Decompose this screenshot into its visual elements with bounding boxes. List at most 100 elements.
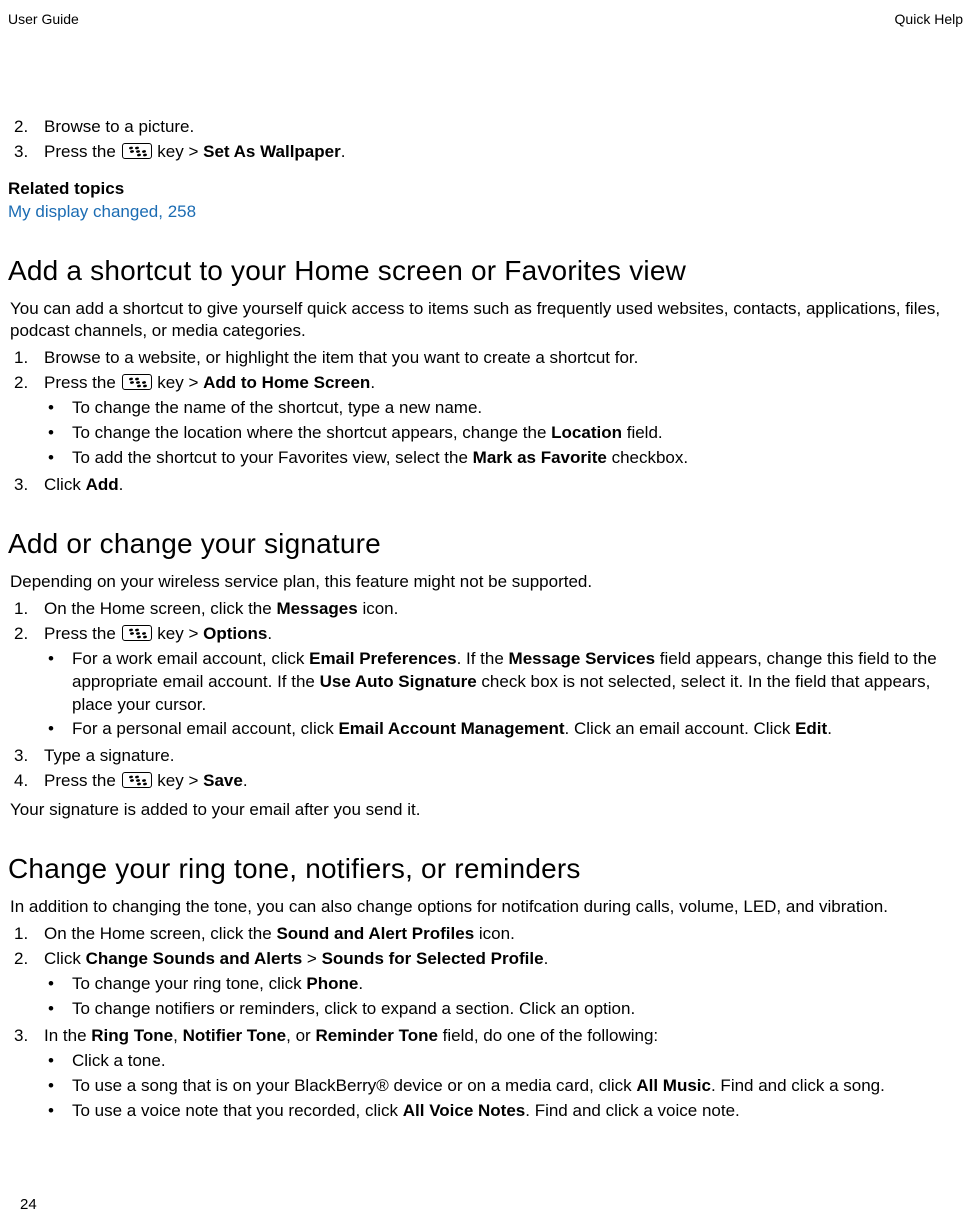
bold-text: Notifier Tone bbox=[183, 1026, 287, 1045]
ordered-list: 1. On the Home screen, click the Sound a… bbox=[8, 923, 961, 1125]
bold-text: Add bbox=[86, 475, 119, 494]
list-body: To change the location where the shortcu… bbox=[72, 422, 663, 445]
bold-text: Sounds for Selected Profile bbox=[322, 949, 544, 968]
blackberry-menu-key-icon bbox=[122, 772, 152, 788]
section-intro: In addition to changing the tone, you ca… bbox=[10, 896, 961, 919]
list-item: To change the name of the shortcut, type… bbox=[44, 397, 961, 420]
bold-text: All Voice Notes bbox=[403, 1101, 526, 1120]
bold-text: Use Auto Signature bbox=[320, 672, 477, 691]
list-body: Click Add. bbox=[44, 474, 961, 497]
list-number: 3. bbox=[14, 745, 44, 768]
list-number: 4. bbox=[14, 770, 44, 793]
text: . Find and click a voice note. bbox=[525, 1101, 740, 1120]
text: Click a tone. bbox=[72, 1050, 166, 1073]
list-number: 1. bbox=[14, 347, 44, 370]
list-number: 3. bbox=[14, 474, 44, 497]
bold-text: Phone bbox=[306, 974, 358, 993]
section-heading: Change your ring tone, notifiers, or rem… bbox=[8, 850, 961, 888]
text: key > bbox=[153, 142, 204, 161]
bold-text: Add to Home Screen bbox=[203, 373, 370, 392]
text: . bbox=[358, 974, 363, 993]
list-item: To add the shortcut to your Favorites vi… bbox=[44, 447, 961, 470]
list-text: Browse to a website, or highlight the it… bbox=[44, 347, 961, 370]
list-item: To use a voice note that you recorded, c… bbox=[44, 1100, 961, 1123]
text: To change the location where the shortcu… bbox=[72, 423, 551, 442]
ordered-list: 1. Browse to a website, or highlight the… bbox=[8, 347, 961, 497]
text: To change your ring tone, click bbox=[72, 974, 306, 993]
text: For a work email account, click bbox=[72, 649, 309, 668]
text: field, do one of the following: bbox=[438, 1026, 658, 1045]
bold-text: Message Services bbox=[509, 649, 656, 668]
text: In the bbox=[44, 1026, 91, 1045]
list-item: For a work email account, click Email Pr… bbox=[44, 648, 961, 717]
page-number: 24 bbox=[20, 1195, 37, 1215]
bold-text: Ring Tone bbox=[91, 1026, 173, 1045]
text: checkbox. bbox=[607, 448, 688, 467]
text: Press the bbox=[44, 771, 121, 790]
list-item: 1. Browse to a website, or highlight the… bbox=[14, 347, 961, 370]
text: > bbox=[302, 949, 321, 968]
bold-text: Location bbox=[551, 423, 622, 442]
blackberry-menu-key-icon bbox=[122, 625, 152, 641]
list-number: 1. bbox=[14, 598, 44, 621]
list-item: 2. Click Change Sounds and Alerts > Soun… bbox=[14, 948, 961, 1023]
list-number: 3. bbox=[14, 141, 44, 164]
list-body: To use a song that is on your BlackBerry… bbox=[72, 1075, 885, 1098]
top-ordered-list: 2. Browse to a picture. 3. Press the key… bbox=[8, 116, 961, 164]
list-body: In the Ring Tone, Notifier Tone, or Remi… bbox=[44, 1025, 961, 1125]
list-item: 2. Browse to a picture. bbox=[14, 116, 961, 139]
list-item: 3. In the Ring Tone, Notifier Tone, or R… bbox=[14, 1025, 961, 1125]
text: icon. bbox=[474, 924, 515, 943]
sub-list: To change the name of the shortcut, type… bbox=[44, 397, 961, 470]
text: On the Home screen, click the bbox=[44, 924, 276, 943]
bold-text: Messages bbox=[276, 599, 357, 618]
list-item: To change notifiers or reminders, click … bbox=[44, 998, 961, 1021]
list-number: 2. bbox=[14, 116, 44, 139]
list-body: Press the key > Add to Home Screen. To c… bbox=[44, 372, 961, 472]
text: . Find and click a song. bbox=[711, 1076, 885, 1095]
bold-text: Change Sounds and Alerts bbox=[86, 949, 303, 968]
bold-text: Sound and Alert Profiles bbox=[276, 924, 474, 943]
text: . bbox=[341, 142, 346, 161]
list-item: 2. Press the key > Options. For a work e… bbox=[14, 623, 961, 744]
list-item: 3. Type a signature. bbox=[14, 745, 961, 768]
sub-list: For a work email account, click Email Pr… bbox=[44, 648, 961, 742]
text: Press the bbox=[44, 373, 121, 392]
bold-text: Edit bbox=[795, 719, 827, 738]
list-number: 1. bbox=[14, 923, 44, 946]
related-link[interactable]: My display changed, 258 bbox=[8, 201, 961, 224]
list-body: On the Home screen, click the Messages i… bbox=[44, 598, 961, 621]
ordered-list: 1. On the Home screen, click the Message… bbox=[8, 598, 961, 794]
list-body: For a personal email account, click Emai… bbox=[72, 718, 832, 741]
sub-list: Click a tone. To use a song that is on y… bbox=[44, 1050, 961, 1123]
text: . bbox=[119, 475, 124, 494]
after-text: Your signature is added to your email af… bbox=[10, 799, 961, 822]
list-body: To add the shortcut to your Favorites vi… bbox=[72, 447, 688, 470]
list-body: Press the key > Save. bbox=[44, 770, 961, 793]
section-heading: Add or change your signature bbox=[8, 525, 961, 563]
list-item: 3. Press the key > Set As Wallpaper. bbox=[14, 141, 961, 164]
list-number: 3. bbox=[14, 1025, 44, 1125]
list-item: To change the location where the shortcu… bbox=[44, 422, 961, 445]
text: Press the bbox=[44, 624, 121, 643]
text: Press the bbox=[44, 142, 121, 161]
header-right: Quick Help bbox=[895, 10, 963, 29]
text: To add the shortcut to your Favorites vi… bbox=[72, 448, 473, 467]
text: . bbox=[544, 949, 549, 968]
text: . bbox=[243, 771, 248, 790]
text: icon. bbox=[358, 599, 399, 618]
list-body: To use a voice note that you recorded, c… bbox=[72, 1100, 740, 1123]
bold-text: Email Account Management bbox=[338, 719, 564, 738]
section-heading: Add a shortcut to your Home screen or Fa… bbox=[8, 252, 961, 290]
list-number: 2. bbox=[14, 372, 44, 472]
text: On the Home screen, click the bbox=[44, 599, 276, 618]
blackberry-menu-key-icon bbox=[122, 374, 152, 390]
text: To use a voice note that you recorded, c… bbox=[72, 1101, 403, 1120]
text: key > bbox=[153, 771, 204, 790]
text: For a personal email account, click bbox=[72, 719, 338, 738]
bold-text: Mark as Favorite bbox=[473, 448, 607, 467]
list-text: Browse to a picture. bbox=[44, 116, 961, 139]
bold-text: Email Preferences bbox=[309, 649, 456, 668]
text: To change the name of the shortcut, type… bbox=[72, 397, 482, 420]
text: . Click an email account. Click bbox=[565, 719, 796, 738]
